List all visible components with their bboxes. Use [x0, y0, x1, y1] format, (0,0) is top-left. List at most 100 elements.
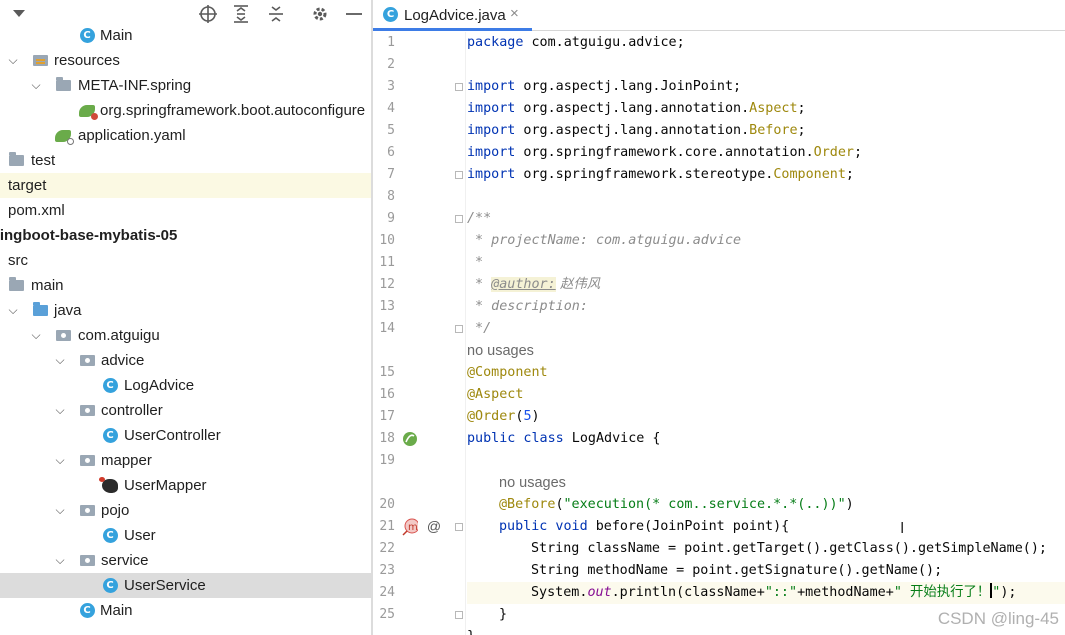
tree-item-src[interactable]: src — [0, 248, 371, 273]
line-number: 11 — [379, 255, 395, 270]
code-line: * @author: 赵伟风 — [467, 277, 601, 292]
line-number: 15 — [379, 365, 395, 380]
chevron-down-icon[interactable]: ⌵ — [53, 403, 67, 418]
class-icon: C — [102, 528, 118, 544]
tree-item-module[interactable]: ringboot-base-mybatis-05 — [0, 223, 371, 248]
tree-item-usercontroller[interactable]: C UserController — [0, 423, 371, 448]
tree-item-com-atguigu[interactable]: ⌵ com.atguigu — [0, 323, 371, 348]
tree-item-meta-inf[interactable]: ⌵ META-INF.spring — [0, 73, 371, 98]
at-icon[interactable]: @ — [426, 518, 442, 534]
line-number: 13 — [379, 299, 395, 314]
tree-item-application-yaml[interactable]: application.yaml — [0, 123, 371, 148]
code-editor[interactable]: C LogAdvice.java × 1 2 3 4 5 6 7 8 9 10 … — [373, 0, 1065, 635]
editor-tab-bar: C LogAdvice.java × — [373, 0, 1065, 31]
line-number: 5 — [387, 123, 395, 138]
target-icon[interactable] — [198, 4, 218, 24]
code-line: import org.aspectj.lang.JoinPoint; — [467, 79, 742, 94]
spring-config-icon — [79, 103, 98, 120]
tree-item-label: pom.xml — [8, 202, 65, 219]
package-icon — [55, 328, 71, 344]
gear-icon[interactable] — [310, 4, 330, 24]
tree-item-advice[interactable]: ⌵ advice — [0, 348, 371, 373]
tree-item-target[interactable]: target — [0, 173, 371, 198]
tree-item-controller[interactable]: ⌵ controller — [0, 398, 371, 423]
tree-item-main-top[interactable]: C Main — [0, 23, 371, 48]
tree-item-label: ringboot-base-mybatis-05 — [0, 227, 178, 244]
tree-item-label: src — [8, 252, 28, 269]
fold-marker[interactable] — [455, 171, 463, 179]
tree-item-mapper[interactable]: ⌵ mapper — [0, 448, 371, 473]
tab-label: LogAdvice.java — [404, 7, 506, 24]
tree-item-label: controller — [101, 402, 163, 419]
collapse-all-icon[interactable] — [266, 4, 286, 24]
line-number: 24 — [379, 585, 395, 600]
tree-item-label: java — [54, 302, 82, 319]
expand-all-icon[interactable] — [231, 4, 251, 24]
tree-item-label: UserController — [124, 427, 221, 444]
tree-item-service[interactable]: ⌵ service — [0, 548, 371, 573]
tree-item-userservice[interactable]: C UserService — [0, 573, 371, 598]
code-line: import org.springframework.stereotype.Co… — [467, 167, 854, 182]
chevron-down-icon[interactable] — [9, 4, 29, 24]
tree-item-java[interactable]: ⌵ java — [0, 298, 371, 323]
chevron-down-icon[interactable]: ⌵ — [29, 328, 43, 343]
source-folder-icon — [32, 302, 48, 319]
code-line: */ — [467, 321, 492, 336]
fold-marker[interactable] — [455, 83, 463, 91]
text-cursor-icon: I — [900, 520, 905, 537]
tree-item-test[interactable]: test — [0, 148, 371, 173]
fold-marker[interactable] — [455, 325, 463, 333]
fold-marker[interactable] — [455, 215, 463, 223]
tree-item-main-bottom[interactable]: C Main — [0, 598, 371, 623]
line-number: 21 — [379, 519, 395, 534]
chevron-down-icon[interactable]: ⌵ — [53, 453, 67, 468]
line-number: 1 — [387, 35, 395, 50]
minimize-icon[interactable] — [344, 4, 364, 24]
chevron-down-icon[interactable]: ⌵ — [53, 353, 67, 368]
line-number: 20 — [379, 497, 395, 512]
class-icon: C — [102, 428, 118, 444]
line-number: 10 — [379, 233, 395, 248]
tree-item-autoconfigure[interactable]: org.springframework.boot.autoconfigure — [0, 98, 371, 123]
class-main-icon: C — [79, 28, 95, 44]
usages-hint[interactable]: no usages — [499, 472, 566, 494]
chevron-down-icon[interactable]: ⌵ — [6, 303, 20, 318]
fold-marker[interactable] — [455, 523, 463, 531]
chevron-down-icon[interactable]: ⌵ — [29, 78, 43, 93]
tree-item-label: resources — [54, 52, 120, 69]
method-override-icon[interactable]: m — [402, 518, 418, 536]
code-line: import org.aspectj.lang.annotation.Aspec… — [467, 101, 806, 116]
tree-item-label: mapper — [101, 452, 152, 469]
usages-hint[interactable]: no usages — [467, 340, 534, 362]
code-line: public class LogAdvice { — [467, 431, 661, 446]
tree-item-label: User — [124, 527, 156, 544]
class-icon: C — [102, 578, 118, 594]
tree-item-label: UserMapper — [124, 477, 207, 494]
line-number: 17 — [379, 409, 395, 424]
tree-item-label: LogAdvice — [124, 377, 195, 394]
spring-bean-icon[interactable] — [402, 431, 418, 447]
tree-item-resources[interactable]: ⌵ resources — [0, 48, 371, 73]
tree-item-pojo[interactable]: ⌵ pojo — [0, 498, 371, 523]
line-number: 4 — [387, 101, 395, 116]
tree-item-usermapper[interactable]: UserMapper — [0, 473, 371, 498]
fold-marker[interactable] — [455, 611, 463, 619]
package-icon — [79, 353, 95, 369]
tree-item-label: META-INF.spring — [78, 77, 192, 94]
tree-item-pom[interactable]: pom.xml — [0, 198, 371, 223]
line-number: 14 — [379, 321, 395, 336]
chevron-down-icon[interactable]: ⌵ — [53, 553, 67, 568]
tree-item-main[interactable]: main — [0, 273, 371, 298]
tree-item-logadvice[interactable]: C LogAdvice — [0, 373, 371, 398]
tree-item-user[interactable]: C User — [0, 523, 371, 548]
class-main-icon: C — [79, 603, 95, 619]
line-number: 23 — [379, 563, 395, 578]
code-line: @Order(5) — [467, 409, 540, 424]
tab-logadvice[interactable]: C LogAdvice.java × — [373, 0, 532, 31]
close-icon[interactable]: × — [510, 5, 519, 22]
tree-item-label: test — [31, 152, 56, 169]
chevron-down-icon[interactable]: ⌵ — [6, 53, 20, 68]
chevron-down-icon[interactable]: ⌵ — [53, 503, 67, 518]
mybatis-icon — [99, 476, 118, 494]
code-line: package com.atguigu.advice; — [467, 35, 685, 50]
